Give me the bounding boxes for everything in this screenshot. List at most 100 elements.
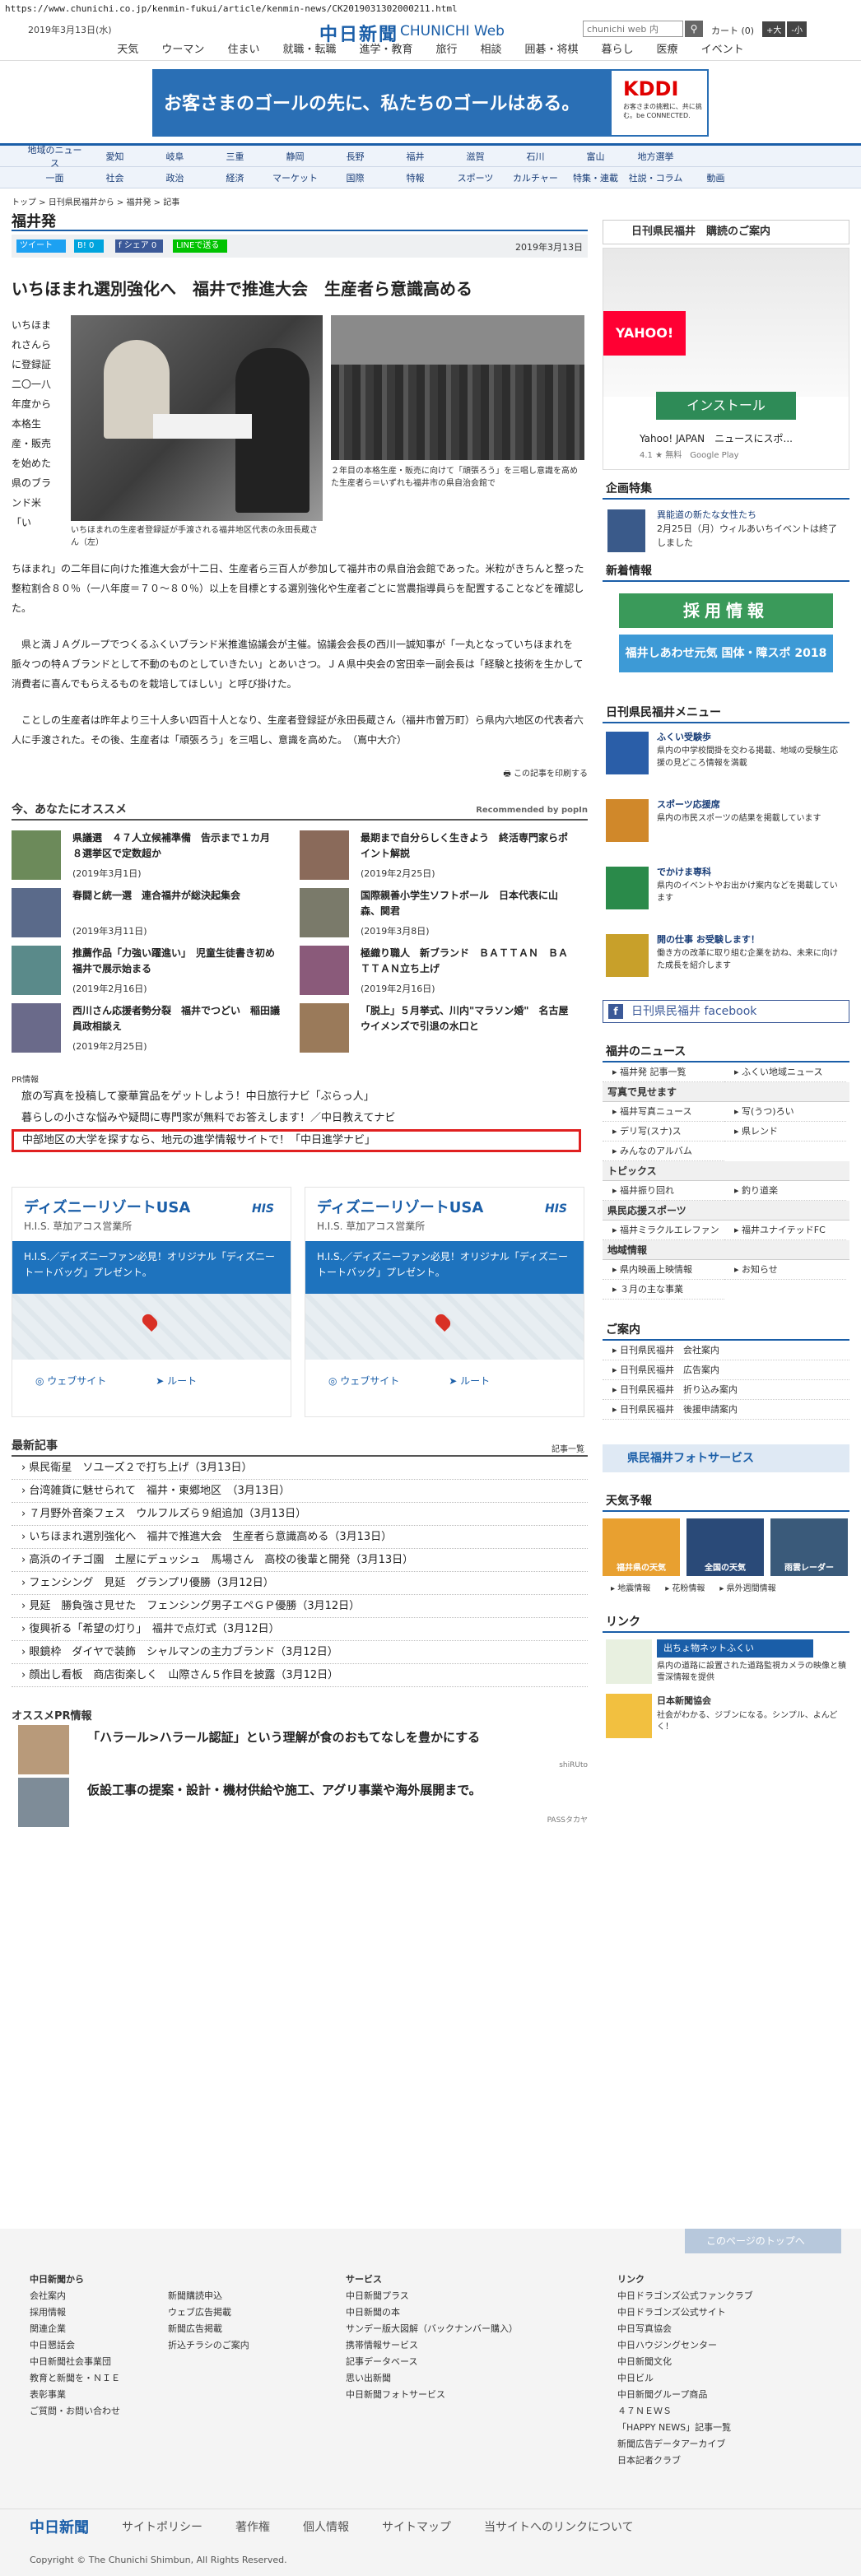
weather-link[interactable]: ▸ 地震情報 <box>611 1581 650 1593</box>
top-nav-item[interactable]: 住まい <box>227 40 259 61</box>
popin-credit[interactable]: Recommended by popIn <box>476 806 588 815</box>
yahoo-install-button[interactable]: インストール <box>656 392 796 420</box>
footer-link[interactable]: 中日ドラゴンズ公式ファンクラブ <box>617 2288 753 2304</box>
topics-link[interactable]: ▸ 福井振り回れ <box>603 1181 724 1201</box>
footer-link[interactable]: 新聞広告データアーカイブ <box>617 2436 753 2453</box>
topics-link[interactable]: ▸ 釣り道楽 <box>724 1181 846 1201</box>
breadcrumb[interactable]: トップ > 日刊県民福井から > 福井発 > 記事 <box>0 188 861 210</box>
saiyo-banner[interactable]: 採用情報 <box>619 593 833 628</box>
region-nav-item[interactable]: 富山 <box>565 150 626 163</box>
news-item[interactable]: › 眼鏡枠 ダイヤで装飾 シャルマンの主力ブランド（3月12日） <box>12 1641 588 1664</box>
region-nav-item[interactable]: 滋賀 <box>445 150 505 163</box>
recommend-item[interactable]: 西川さん応援者勢分裂 福井でつどい 稲田議員政相談え (2019年2月25日) <box>12 1003 300 1061</box>
footer-link[interactable]: 関連企業 <box>30 2321 120 2337</box>
subscribe-banner[interactable]: 日刊県民福井 購読のご案内 <box>603 220 849 244</box>
region-nav-item[interactable]: 地方選挙 <box>626 150 686 163</box>
facebook-share-button[interactable]: f シェア 0 <box>115 239 163 253</box>
news-item[interactable]: › 顔出し看板 商店街楽しく 山際さん５作目を披露（3月12日） <box>12 1664 588 1687</box>
section-nav-item[interactable]: スポーツ <box>445 171 505 184</box>
tokushu-item[interactable]: 異能道の新たな女性たち 2月25日（月）ウィルあいちイベントは終了しました <box>603 506 849 557</box>
top-nav-item[interactable]: 旅行 <box>435 40 457 61</box>
news-item[interactable]: › 台湾雑貨に魅せられて 福井・東郷地区 （3月13日） <box>12 1480 588 1503</box>
facebook-banner[interactable]: f 日刊県民福井 facebook <box>603 1000 849 1023</box>
region-nav-item[interactable]: 三重 <box>205 150 265 163</box>
article-photo-sub[interactable] <box>331 315 584 460</box>
region-nav-item[interactable]: 愛知 <box>85 150 145 163</box>
pr-link-highlighted[interactable]: 中部地区の大学を探すなら、地元の進学情報サイトで！「中日進学ナビ」 <box>12 1129 581 1152</box>
photo-link[interactable]: ▸ みんなのアルバム <box>603 1142 724 1161</box>
site-logo[interactable]: 中日新聞 <box>319 20 398 46</box>
section-nav-item[interactable]: 経済 <box>205 171 265 184</box>
top-nav-item[interactable]: 相談 <box>481 40 502 61</box>
footer-link[interactable]: 会社案内 <box>30 2288 120 2304</box>
annai-link[interactable]: ▸ 日刊県民福井 後援申請案内 <box>603 1400 849 1420</box>
section-nav-item[interactable]: 社会 <box>85 171 145 184</box>
fukui-news-link[interactable]: ▸ ふくい地域ニュース <box>724 1062 846 1082</box>
top-nav-item[interactable]: ウーマン <box>161 40 204 61</box>
weather-tile[interactable]: 全国の天気 <box>686 1518 764 1576</box>
footer-link[interactable]: 中日新聞フォトサービス <box>346 2387 518 2403</box>
footer-link[interactable]: 折込チラシのご案内 <box>168 2337 249 2354</box>
weather-tile[interactable]: 雨雲レーダー <box>770 1518 848 1576</box>
footer-link[interactable]: サンデー版大図解（バックナンバー購入） <box>346 2321 518 2337</box>
section-nav-item[interactable]: 特集・連載 <box>565 171 626 184</box>
site-logo-sub[interactable]: CHUNICHI Web <box>400 23 505 40</box>
footer-link[interactable]: ４７ＮＥＷＳ <box>617 2403 753 2420</box>
recommend-item[interactable]: 最期まで自分らしく生きよう 終活専門家らポイント解説 (2019年2月25日) <box>300 830 588 888</box>
footer-link[interactable]: 中日新聞文化 <box>617 2354 753 2370</box>
kddi-banner[interactable]: お客さまのゴールの先に、私たちのゴールはある。 KDDI お客さまの挑戦に、共に… <box>152 69 709 137</box>
footer-link[interactable]: 中日新聞プラス <box>346 2288 518 2304</box>
cart-link[interactable]: カート (0) <box>711 24 754 37</box>
recommend-item[interactable]: 推薦作品「力強い躍進い」 児童生徒書き初め 福井で展示始まる (2019年2月16… <box>12 946 300 1003</box>
footer-link[interactable]: 中日写真協会 <box>617 2321 753 2337</box>
sports-link[interactable]: ▸ 福井ユナイテッドFC <box>724 1221 846 1240</box>
recommend-item[interactable]: 「脱上」５月挙式、川内"マラソン婚" 名古屋ウイメンズで引退の水口と <box>300 1003 588 1061</box>
font-small-button[interactable]: -小 <box>787 21 807 37</box>
section-nav-item[interactable]: マーケット <box>265 171 325 184</box>
kokutai-banner[interactable]: 福井しあわせ元気 国体・障スポ 2018 <box>619 635 833 672</box>
footer-bar-link[interactable]: サイトポリシー <box>122 2518 202 2535</box>
annai-link[interactable]: ▸ 日刊県民福井 折り込み案内 <box>603 1380 849 1400</box>
section-nav-item[interactable]: 社説・コラム <box>626 171 686 184</box>
print-article-link[interactable]: 🖶 この記事を印刷する <box>12 766 588 781</box>
footer-link[interactable]: 中日新聞社会事業団 <box>30 2354 120 2370</box>
region-nav-item[interactable]: 岐阜 <box>145 150 205 163</box>
chiiki-link[interactable]: ▸ 県内映画上映情報 <box>603 1260 724 1280</box>
news-item[interactable]: › 見延 勝負強さ見せた フェンシング男子エペＧＰ優勝（3月12日） <box>12 1595 588 1618</box>
top-nav-item[interactable]: イベント <box>701 40 744 61</box>
news-item[interactable]: › 高浜のイチゴ園 土屋にデュッシュ 馬場さん 高校の後輩と開発（3月13日） <box>12 1549 588 1572</box>
menu-item[interactable]: 開の仕事 お受験します！ 働き方の改革に取り組む企業を訪ね、未来に向けた成長を紹介… <box>603 932 849 993</box>
region-nav-item[interactable]: 静岡 <box>265 150 325 163</box>
weather-link[interactable]: ▸ 県外週間情報 <box>719 1581 775 1593</box>
top-nav-item[interactable]: 天気 <box>117 40 138 61</box>
footer-link[interactable]: 思い出新聞 <box>346 2370 518 2387</box>
footer-link[interactable]: 表彰事業 <box>30 2387 120 2403</box>
url-bar[interactable]: https://www.chunichi.co.jp/kenmin-fukui/… <box>0 0 861 18</box>
footer-bar-link[interactable]: 著作権 <box>235 2518 270 2535</box>
chiiki-link[interactable]: ▸ ３月の主な事業 <box>603 1280 724 1300</box>
section-nav-item[interactable]: カルチャー <box>505 171 565 184</box>
tweet-button[interactable]: ツイート <box>16 239 66 253</box>
footer-link[interactable]: 中日新聞グループ商品 <box>617 2387 753 2403</box>
menu-item[interactable]: でかけま専科 県内のイベントやお出かけ案内などを掲載しています <box>603 865 849 926</box>
footer-link[interactable]: 新聞広告掲載 <box>168 2321 249 2337</box>
section-nav-item[interactable]: 国際 <box>325 171 385 184</box>
pr-link[interactable]: 旅の写真を投稿して豪華賞品をゲットしよう！中日旅行ナビ「ぶらっ人」 <box>12 1086 588 1108</box>
footer-link[interactable]: 中日ドラゴンズ公式サイト <box>617 2304 753 2321</box>
news-item[interactable]: › 県民衛星 ソユーズ２で打ち上げ（3月13日） <box>12 1457 588 1480</box>
search-icon[interactable]: ⚲ <box>685 21 703 37</box>
recommend-item[interactable]: 春闘と統一選 連合福井が総決起集会 (2019年3月11日) <box>12 888 300 946</box>
photo-link[interactable]: ▸ 県レンド <box>724 1122 846 1142</box>
footer-link[interactable]: 携帯情報サービス <box>346 2337 518 2354</box>
weather-link[interactable]: ▸ 花粉情報 <box>665 1581 705 1593</box>
news-item[interactable]: › フェンシング 見延 グランプリ優勝（3月12日） <box>12 1572 588 1595</box>
top-nav-item[interactable]: 暮らし <box>602 40 634 61</box>
link-item[interactable]: 日本新聞協会 社会がわかる、ジブンになる。シンプル、よんどく！ <box>603 1694 849 1745</box>
disney-ad[interactable]: ディズニーリゾートUSA HIS H.I.S. 草加アコス営業所 H.I.S.／ディズ… <box>305 1187 584 1417</box>
footer-link[interactable]: 記事データベース <box>346 2354 518 2370</box>
region-nav-item[interactable]: 福井 <box>385 150 445 163</box>
menu-item[interactable]: ふくい受験歩 県内の中学校間掛を交わる掲載、地域の受験生応援の見どころ情報を満載 <box>603 730 849 791</box>
annai-link[interactable]: ▸ 日刊県民福井 広告案内 <box>603 1360 849 1380</box>
photo-link[interactable]: ▸ 写(うつ)ろい <box>724 1102 846 1122</box>
disney-ad[interactable]: ディズニーリゾートUSA HIS H.I.S. 草加アコス営業所 H.I.S.／ディズ… <box>12 1187 291 1417</box>
